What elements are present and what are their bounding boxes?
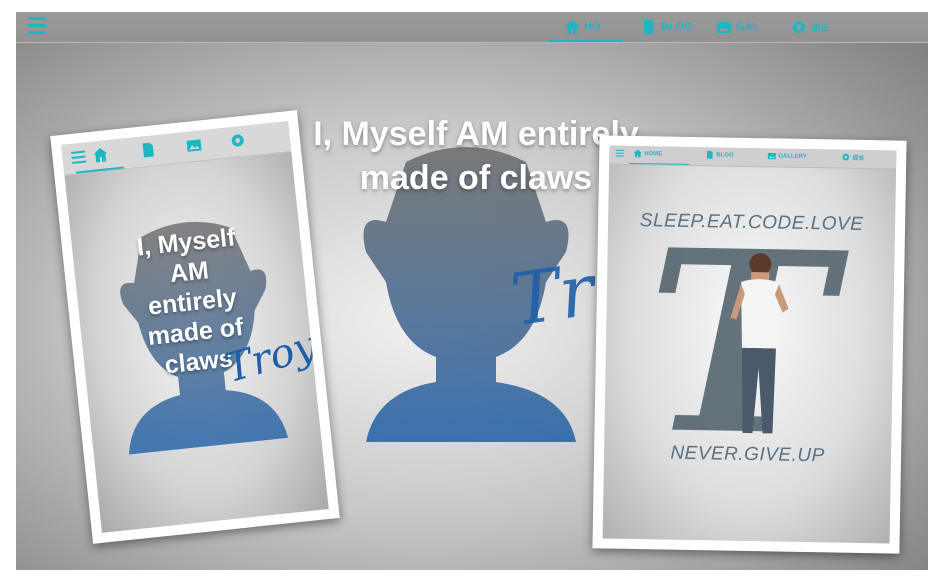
mobile-nav-bar bbox=[61, 121, 292, 176]
nav-home[interactable]: HO bbox=[564, 16, 601, 38]
nav-blog[interactable]: BLOG bbox=[705, 150, 734, 159]
active-tab-indicator bbox=[76, 166, 125, 174]
nav-home[interactable]: HOME bbox=[633, 149, 662, 159]
hamburger-menu-icon[interactable] bbox=[70, 148, 88, 166]
nav-home-label: HO bbox=[584, 21, 601, 33]
nav-growth-label: 成长 bbox=[852, 155, 865, 162]
mobile-preview-card: I, Myself AM entirely made of claws Troy bbox=[50, 110, 340, 544]
gallery-icon[interactable] bbox=[185, 136, 203, 154]
gallery-icon bbox=[717, 22, 731, 33]
nav-blog-label: BLOG bbox=[716, 151, 734, 159]
hamburger-menu-icon[interactable] bbox=[615, 149, 624, 158]
gallery-icon bbox=[767, 152, 776, 160]
nav-blog[interactable]: BLOG bbox=[641, 16, 693, 38]
nav-gallery-label: GALLERY bbox=[778, 152, 807, 160]
document-icon bbox=[706, 150, 713, 159]
nav-growth[interactable]: 成长 bbox=[791, 16, 829, 38]
document-icon[interactable] bbox=[139, 141, 157, 159]
active-tab-indicator bbox=[629, 162, 690, 165]
gear-icon[interactable] bbox=[229, 132, 247, 150]
home-icon[interactable] bbox=[92, 146, 110, 164]
app-frame: HO BLOG GAL 成长 I, Myself AM entirely mad… bbox=[16, 12, 928, 570]
hamburger-menu-icon[interactable] bbox=[28, 17, 46, 35]
active-tab-indicator bbox=[549, 40, 623, 42]
preview-nav-bar: HOME BLOG GALLERY 成长 bbox=[609, 145, 897, 170]
gear-icon bbox=[793, 21, 805, 33]
gear-icon bbox=[842, 153, 850, 161]
nav-gallery[interactable]: GALLERY bbox=[767, 151, 807, 161]
nav-gallery[interactable]: GAL bbox=[716, 16, 759, 38]
nav-growth[interactable]: 成长 bbox=[841, 153, 864, 162]
nav-blog-label: BLOG bbox=[661, 21, 693, 33]
home-icon bbox=[633, 149, 642, 158]
document-icon bbox=[644, 20, 654, 34]
home-icon bbox=[565, 20, 579, 34]
nav-home-label: HOME bbox=[644, 150, 663, 157]
nav-growth-label: 成长 bbox=[811, 22, 830, 33]
person-photo bbox=[730, 253, 789, 434]
nav-gallery-label: GAL bbox=[736, 21, 760, 33]
gallery-preview-card: HOME BLOG GALLERY 成长 Stick Together T SL… bbox=[592, 135, 907, 554]
top-nav-bar: HO BLOG GAL 成长 bbox=[16, 12, 928, 43]
